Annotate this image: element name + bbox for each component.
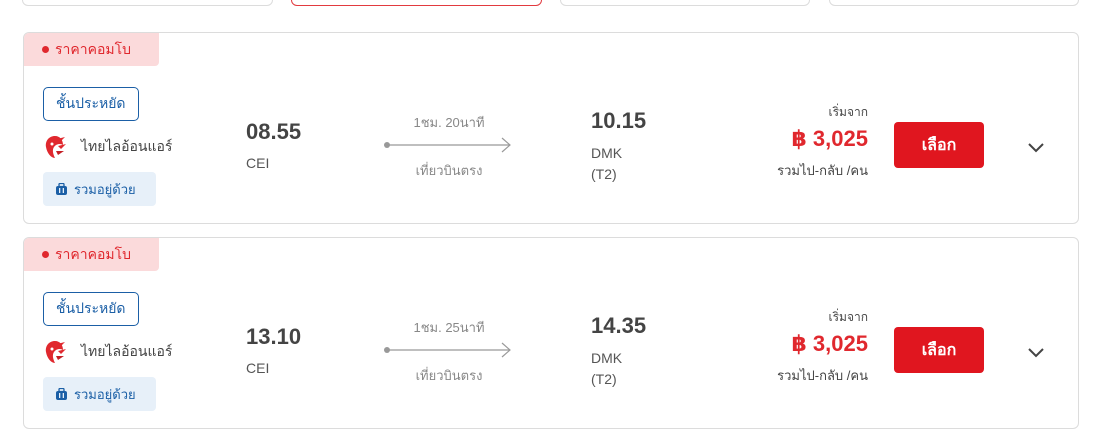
arrival-airport: DMK [591, 145, 623, 161]
date-tab[interactable] [829, 0, 1079, 6]
price-from-label: เริ่มจาก [828, 105, 869, 119]
luggage-icon [56, 182, 67, 195]
date-tab[interactable] [22, 0, 273, 6]
combo-price-badge: ราคาคอมโบ [24, 238, 159, 271]
price-box: เริ่มจาก ฿ 3,025 รวมไป-กลับ /คน [777, 103, 868, 181]
airline-info: ไทยไลอ้อนแอร์ [43, 338, 172, 366]
airline-name: ไทยไลอ้อนแอร์ [81, 138, 173, 154]
arrival-time: 10.15 [591, 108, 647, 133]
departure-airport: CEI [246, 360, 270, 376]
badge-label: ราคาคอมโบ [55, 40, 132, 57]
select-flight-button[interactable]: เลือก [894, 122, 984, 168]
price-box: เริ่มจาก ฿ 3,025 รวมไป-กลับ /คน [777, 308, 868, 386]
chevron-down-icon[interactable] [1025, 136, 1047, 158]
airline-info: ไทยไลอ้อนแอร์ [43, 133, 172, 161]
fare-class-tag: ชั้นประหยัด [43, 87, 139, 121]
flight-stops: เที่ยวบินตรง [415, 368, 483, 383]
badge-dot-icon [42, 46, 49, 53]
date-tab-selected[interactable] [291, 0, 542, 6]
combo-price-badge: ราคาคอมโบ [24, 33, 159, 66]
flight-card: ราคาคอมโบ ชั้นประหยัด ไทยไลอ้อนแอร์ รวมอ… [23, 32, 1079, 224]
price-value: ฿ 3,025 [791, 331, 868, 356]
departure-airport: CEI [246, 155, 270, 171]
airline-name: ไทยไลอ้อนแอร์ [81, 343, 173, 359]
lion-air-logo-icon [45, 136, 66, 158]
arrival-terminal: (T2) [591, 166, 617, 182]
price-value: ฿ 3,025 [791, 126, 868, 151]
route-info: 1ชม. 20นาที เที่ยวบินตรง [384, 112, 514, 182]
flight-duration: 1ชม. 20นาที [413, 115, 485, 130]
route-arrow-icon [384, 342, 511, 358]
luggage-icon [56, 387, 67, 400]
date-tab[interactable] [560, 0, 810, 6]
departure-time: 13.10 [246, 324, 302, 349]
baggage-label: รวมอยู่ด้วย [74, 181, 136, 197]
fare-class-label: ชั้นประหยัด [56, 95, 126, 111]
fare-class-label: ชั้นประหยัด [56, 300, 126, 316]
arrival-time: 14.35 [591, 313, 647, 338]
badge-label: ราคาคอมโบ [55, 245, 132, 262]
flight-card: ราคาคอมโบ ชั้นประหยัด ไทยไลอ้อนแอร์ รวมอ… [23, 237, 1079, 429]
lion-air-logo-icon [45, 341, 66, 363]
route-info: 1ชม. 25นาที เที่ยวบินตรง [384, 317, 514, 387]
baggage-included-tag: รวมอยู่ด้วย [43, 172, 156, 206]
baggage-included-tag: รวมอยู่ด้วย [43, 377, 156, 411]
badge-dot-icon [42, 251, 49, 258]
arrival-terminal: (T2) [591, 371, 617, 387]
select-flight-button[interactable]: เลือก [894, 327, 984, 373]
arrival-airport: DMK [591, 350, 623, 366]
route-arrow-icon [384, 137, 511, 153]
chevron-down-icon[interactable] [1025, 341, 1047, 363]
baggage-label: รวมอยู่ด้วย [74, 386, 136, 402]
departure-time: 08.55 [246, 119, 302, 144]
fare-class-tag: ชั้นประหยัด [43, 292, 139, 326]
price-from-label: เริ่มจาก [828, 310, 869, 324]
flight-duration: 1ชม. 25นาที [413, 320, 485, 335]
price-note: รวมไป-กลับ /คน [777, 368, 868, 383]
flight-stops: เที่ยวบินตรง [415, 163, 483, 178]
price-note: รวมไป-กลับ /คน [777, 163, 868, 178]
